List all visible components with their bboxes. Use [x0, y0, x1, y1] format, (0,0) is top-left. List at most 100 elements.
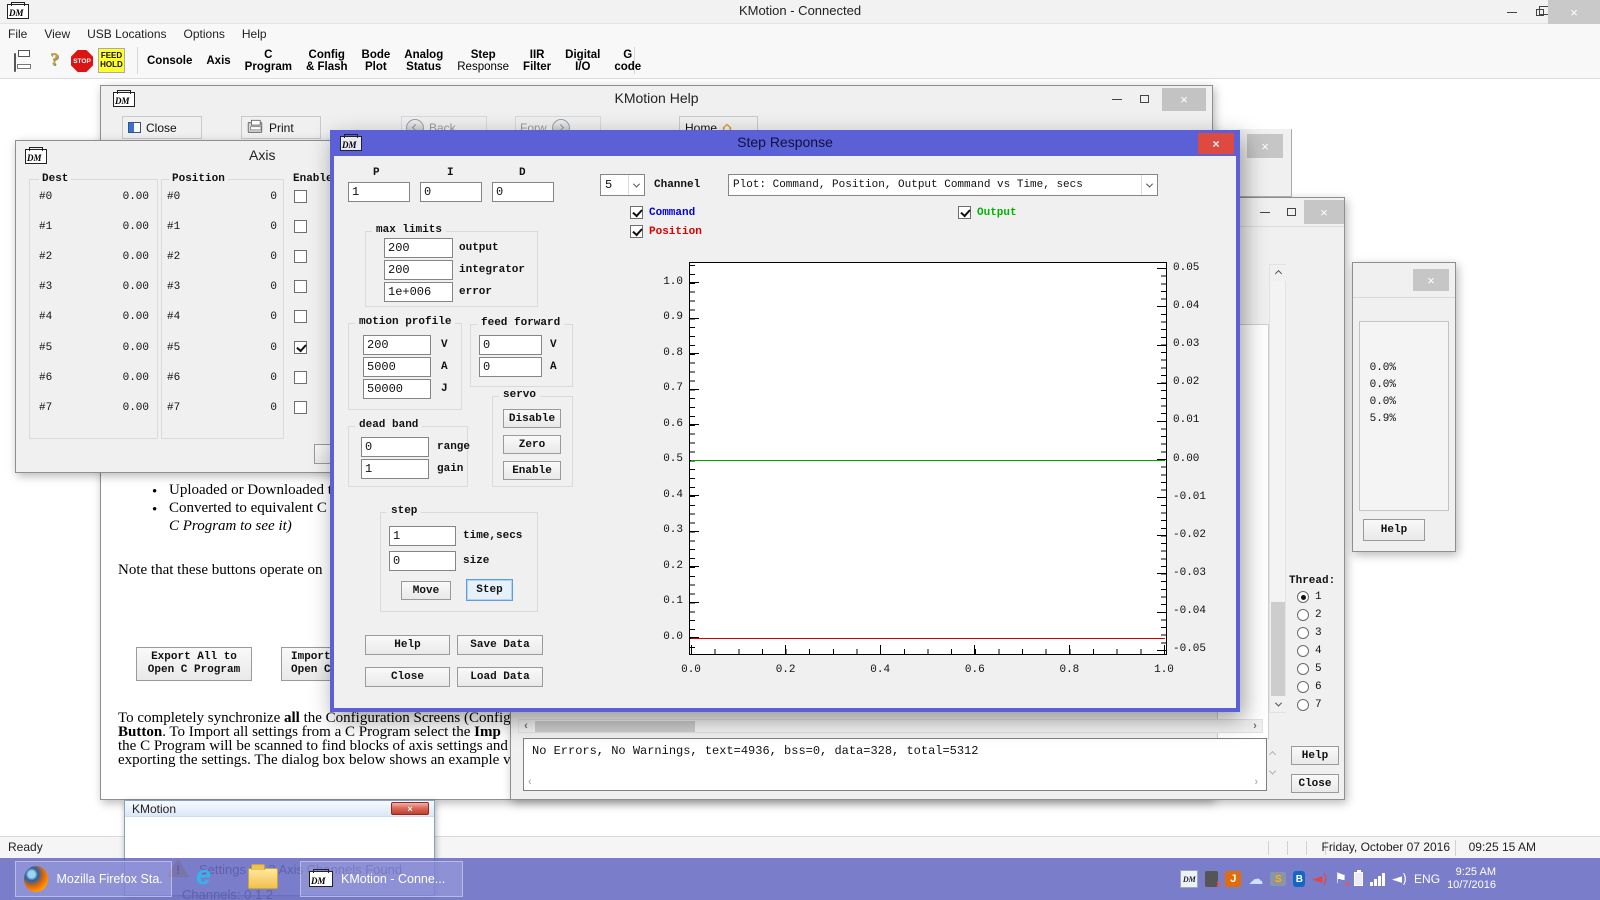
- command-checkbox[interactable]: [630, 206, 643, 219]
- help-minimize-button[interactable]: [1104, 86, 1130, 112]
- axis-enable-checkbox[interactable]: [294, 371, 307, 384]
- max-integrator-input[interactable]: [384, 260, 453, 280]
- axis-enable-checkbox[interactable]: [294, 250, 307, 263]
- menu-item-view[interactable]: View: [40, 25, 74, 43]
- tray-clock[interactable]: 9:25 AM 10/7/2016: [1447, 866, 1496, 892]
- toolbar-button-config[interactable]: Config& Flash: [299, 44, 355, 78]
- cprog-hscrollbar[interactable]: ‹ ›: [518, 719, 1263, 733]
- thread-radio[interactable]: [1297, 663, 1309, 675]
- fragment-close-button[interactable]: ×: [1247, 134, 1283, 158]
- tray-sync-icon[interactable]: S: [1270, 872, 1286, 886]
- minimize-button[interactable]: [1498, 0, 1526, 24]
- toolbar-button-analog[interactable]: AnalogStatus: [397, 44, 450, 78]
- db-range-input[interactable]: [361, 437, 429, 457]
- thread-radio[interactable]: [1297, 591, 1309, 603]
- position-checkbox[interactable]: [630, 225, 643, 238]
- tray-battery-icon[interactable]: [1354, 872, 1363, 886]
- servo-zero-button[interactable]: Zero: [503, 435, 561, 454]
- thread-option[interactable]: 5: [1297, 663, 1342, 679]
- step-size-input[interactable]: [389, 551, 456, 571]
- export-all-button[interactable]: Export All to Open C Program: [136, 647, 252, 681]
- tray-kmotion-icon[interactable]: DM: [1180, 870, 1198, 888]
- help-close-button[interactable]: ×: [1162, 88, 1206, 111]
- mp-a-input[interactable]: [363, 357, 431, 377]
- pct-help-button[interactable]: Help: [1363, 519, 1425, 541]
- step-button[interactable]: Step: [466, 579, 513, 601]
- cprog-minimize-button[interactable]: [1253, 200, 1277, 224]
- plot-type-select[interactable]: Plot: Command, Position, Output Command …: [728, 174, 1158, 196]
- tray-cloud-icon[interactable]: ☁: [1248, 870, 1263, 888]
- max-output-input[interactable]: [384, 238, 453, 258]
- scrollbar-thumb[interactable]: [535, 721, 695, 732]
- tray-java-icon[interactable]: J: [1225, 871, 1241, 887]
- move-button[interactable]: Move: [401, 581, 451, 600]
- thread-option[interactable]: 3: [1297, 627, 1342, 643]
- dialog-help-button[interactable]: Help: [365, 635, 450, 655]
- axis-enable-checkbox[interactable]: [294, 401, 307, 414]
- thread-option[interactable]: 4: [1297, 645, 1342, 661]
- console-box[interactable]: No Errors, No Warnings, text=4936, bss=0…: [523, 738, 1267, 791]
- load-data-button[interactable]: Load Data: [457, 667, 543, 687]
- console-scroll-down[interactable]: [1270, 762, 1275, 780]
- help-maximize-button[interactable]: [1131, 86, 1157, 112]
- tray-device-icon[interactable]: ×: [1205, 871, 1218, 887]
- servo-disable-button[interactable]: Disable: [503, 409, 561, 428]
- channel-select[interactable]: 5: [600, 174, 645, 196]
- toolbar-button-g[interactable]: Gcode: [607, 44, 648, 78]
- thread-radio[interactable]: [1297, 609, 1309, 621]
- dialog-close-button2[interactable]: Close: [365, 667, 450, 687]
- step-time-input[interactable]: [389, 526, 456, 546]
- scrollbar-thumb[interactable]: [1271, 602, 1285, 702]
- servo-enable-button[interactable]: Enable: [503, 461, 561, 480]
- ff-v-input[interactable]: [479, 335, 542, 355]
- p-input[interactable]: [348, 182, 410, 202]
- axis-enable-checkbox[interactable]: [294, 190, 307, 203]
- thread-option[interactable]: 1: [1297, 591, 1342, 607]
- scroll-down-button[interactable]: [1270, 696, 1286, 712]
- thread-radio[interactable]: [1297, 645, 1309, 657]
- axis-enable-checkbox[interactable]: [294, 280, 307, 293]
- toolbar-button-console[interactable]: Console: [140, 44, 199, 78]
- menu-item-usb-locations[interactable]: USB Locations: [83, 25, 170, 43]
- taskbar-ie-button[interactable]: e: [196, 860, 211, 891]
- thread-option[interactable]: 6: [1297, 681, 1342, 697]
- help-print-button[interactable]: Print: [241, 116, 321, 139]
- console-scroll-up[interactable]: [1270, 744, 1275, 762]
- mp-v-input[interactable]: [363, 335, 431, 355]
- axis-enable-checkbox[interactable]: [294, 341, 307, 354]
- taskbar-firefox-button[interactable]: Mozilla Firefox Sta...: [15, 861, 172, 897]
- toolbar-button-step[interactable]: StepResponse: [450, 44, 516, 78]
- save-data-button[interactable]: Save Data: [457, 635, 543, 655]
- output-checkbox[interactable]: [958, 206, 971, 219]
- cprog-maximize-button[interactable]: [1279, 200, 1303, 224]
- i-input[interactable]: [420, 182, 482, 202]
- cprog-help-button[interactable]: Help: [1291, 746, 1339, 765]
- close-button[interactable]: ×: [1548, 0, 1600, 24]
- toolbar-button-iir[interactable]: IIRFilter: [516, 44, 558, 78]
- scroll-right-button[interactable]: ›: [1248, 720, 1262, 732]
- axis-enable-checkbox[interactable]: [294, 310, 307, 323]
- print-toolbar-button[interactable]: [14, 54, 16, 72]
- stop-button[interactable]: STOP: [71, 50, 93, 72]
- taskbar-kmotion-button[interactable]: DM KMotion - Conne...: [300, 861, 463, 897]
- scroll-left-button[interactable]: ‹: [519, 720, 533, 732]
- toolbar-button-bode[interactable]: BodePlot: [355, 44, 398, 78]
- menu-item-file[interactable]: File: [4, 25, 31, 43]
- thread-radio[interactable]: [1297, 699, 1309, 711]
- toolbar-button-c[interactable]: CProgram: [238, 44, 299, 78]
- menu-item-help[interactable]: Help: [238, 25, 271, 43]
- cprog-close-button[interactable]: ×: [1304, 200, 1344, 224]
- tray-language[interactable]: ENG: [1414, 872, 1440, 886]
- menu-item-options[interactable]: Options: [180, 25, 229, 43]
- taskbar-folder-button[interactable]: [248, 868, 278, 889]
- d-input[interactable]: [492, 182, 554, 202]
- thread-radio[interactable]: [1297, 681, 1309, 693]
- tray-sound-muted-icon[interactable]: ◄): [1312, 872, 1327, 887]
- thread-option[interactable]: 2: [1297, 609, 1342, 625]
- pct-close-button[interactable]: ×: [1413, 269, 1449, 291]
- cprog-close-button2[interactable]: Close: [1291, 774, 1339, 793]
- help-close-toolbar-button[interactable]: Close: [122, 116, 202, 139]
- dialog-close-button[interactable]: ×: [1198, 133, 1234, 154]
- console-scroll-right[interactable]: ›: [1254, 776, 1258, 788]
- tray-flag-icon[interactable]: ⚑×: [1334, 871, 1347, 887]
